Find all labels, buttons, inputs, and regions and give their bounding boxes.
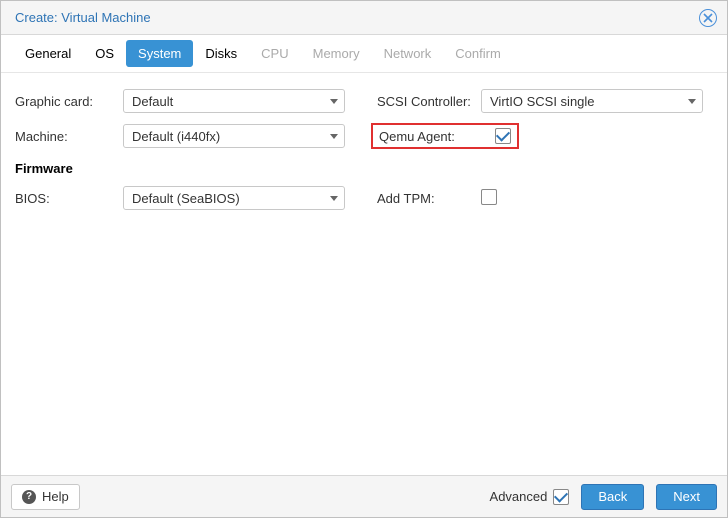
label-qemu-agent: Qemu Agent:	[379, 129, 471, 144]
checkbox-advanced[interactable]	[553, 489, 569, 505]
back-label: Back	[598, 489, 627, 504]
footer: ? Help Advanced Back Next	[1, 475, 727, 517]
select-bios-value: Default (SeaBIOS)	[132, 191, 240, 206]
section-firmware: Firmware	[15, 161, 713, 176]
label-scsi-controller: SCSI Controller:	[377, 94, 481, 109]
tab-general[interactable]: General	[13, 40, 83, 67]
advanced-label: Advanced	[490, 489, 548, 504]
window-title: Create: Virtual Machine	[15, 10, 151, 25]
select-scsi-controller-value: VirtIO SCSI single	[490, 94, 595, 109]
select-machine[interactable]: Default (i440fx)	[123, 124, 345, 148]
chevron-down-icon	[330, 99, 338, 104]
select-machine-value: Default (i440fx)	[132, 129, 220, 144]
qemu-agent-highlight: Qemu Agent:	[371, 123, 519, 149]
form-body: Graphic card: Default SCSI Controller: V…	[1, 73, 727, 475]
advanced-toggle[interactable]: Advanced	[490, 489, 570, 505]
select-scsi-controller[interactable]: VirtIO SCSI single	[481, 89, 703, 113]
select-graphic-card-value: Default	[132, 94, 173, 109]
next-label: Next	[673, 489, 700, 504]
help-button[interactable]: ? Help	[11, 484, 80, 510]
dialog-create-vm: Create: Virtual Machine General OS Syste…	[0, 0, 728, 518]
tab-disks[interactable]: Disks	[193, 40, 249, 67]
tab-confirm: Confirm	[443, 40, 513, 67]
chevron-down-icon	[330, 134, 338, 139]
help-label: Help	[42, 489, 69, 504]
wizard-tabs: General OS System Disks CPU Memory Netwo…	[1, 35, 727, 73]
chevron-down-icon	[330, 196, 338, 201]
tab-cpu: CPU	[249, 40, 300, 67]
label-bios: BIOS:	[15, 191, 123, 206]
label-machine: Machine:	[15, 129, 123, 144]
label-graphic-card: Graphic card:	[15, 94, 123, 109]
tab-memory: Memory	[301, 40, 372, 67]
titlebar: Create: Virtual Machine	[1, 1, 727, 35]
close-icon[interactable]	[699, 9, 717, 27]
checkbox-qemu-agent[interactable]	[495, 128, 511, 144]
label-add-tpm: Add TPM:	[377, 191, 481, 206]
tab-system[interactable]: System	[126, 40, 193, 67]
tab-os[interactable]: OS	[83, 40, 126, 67]
chevron-down-icon	[688, 99, 696, 104]
next-button[interactable]: Next	[656, 484, 717, 510]
select-graphic-card[interactable]: Default	[123, 89, 345, 113]
help-icon: ?	[22, 490, 36, 504]
tab-network: Network	[372, 40, 444, 67]
back-button[interactable]: Back	[581, 484, 644, 510]
checkbox-add-tpm[interactable]	[481, 189, 497, 205]
select-bios[interactable]: Default (SeaBIOS)	[123, 186, 345, 210]
